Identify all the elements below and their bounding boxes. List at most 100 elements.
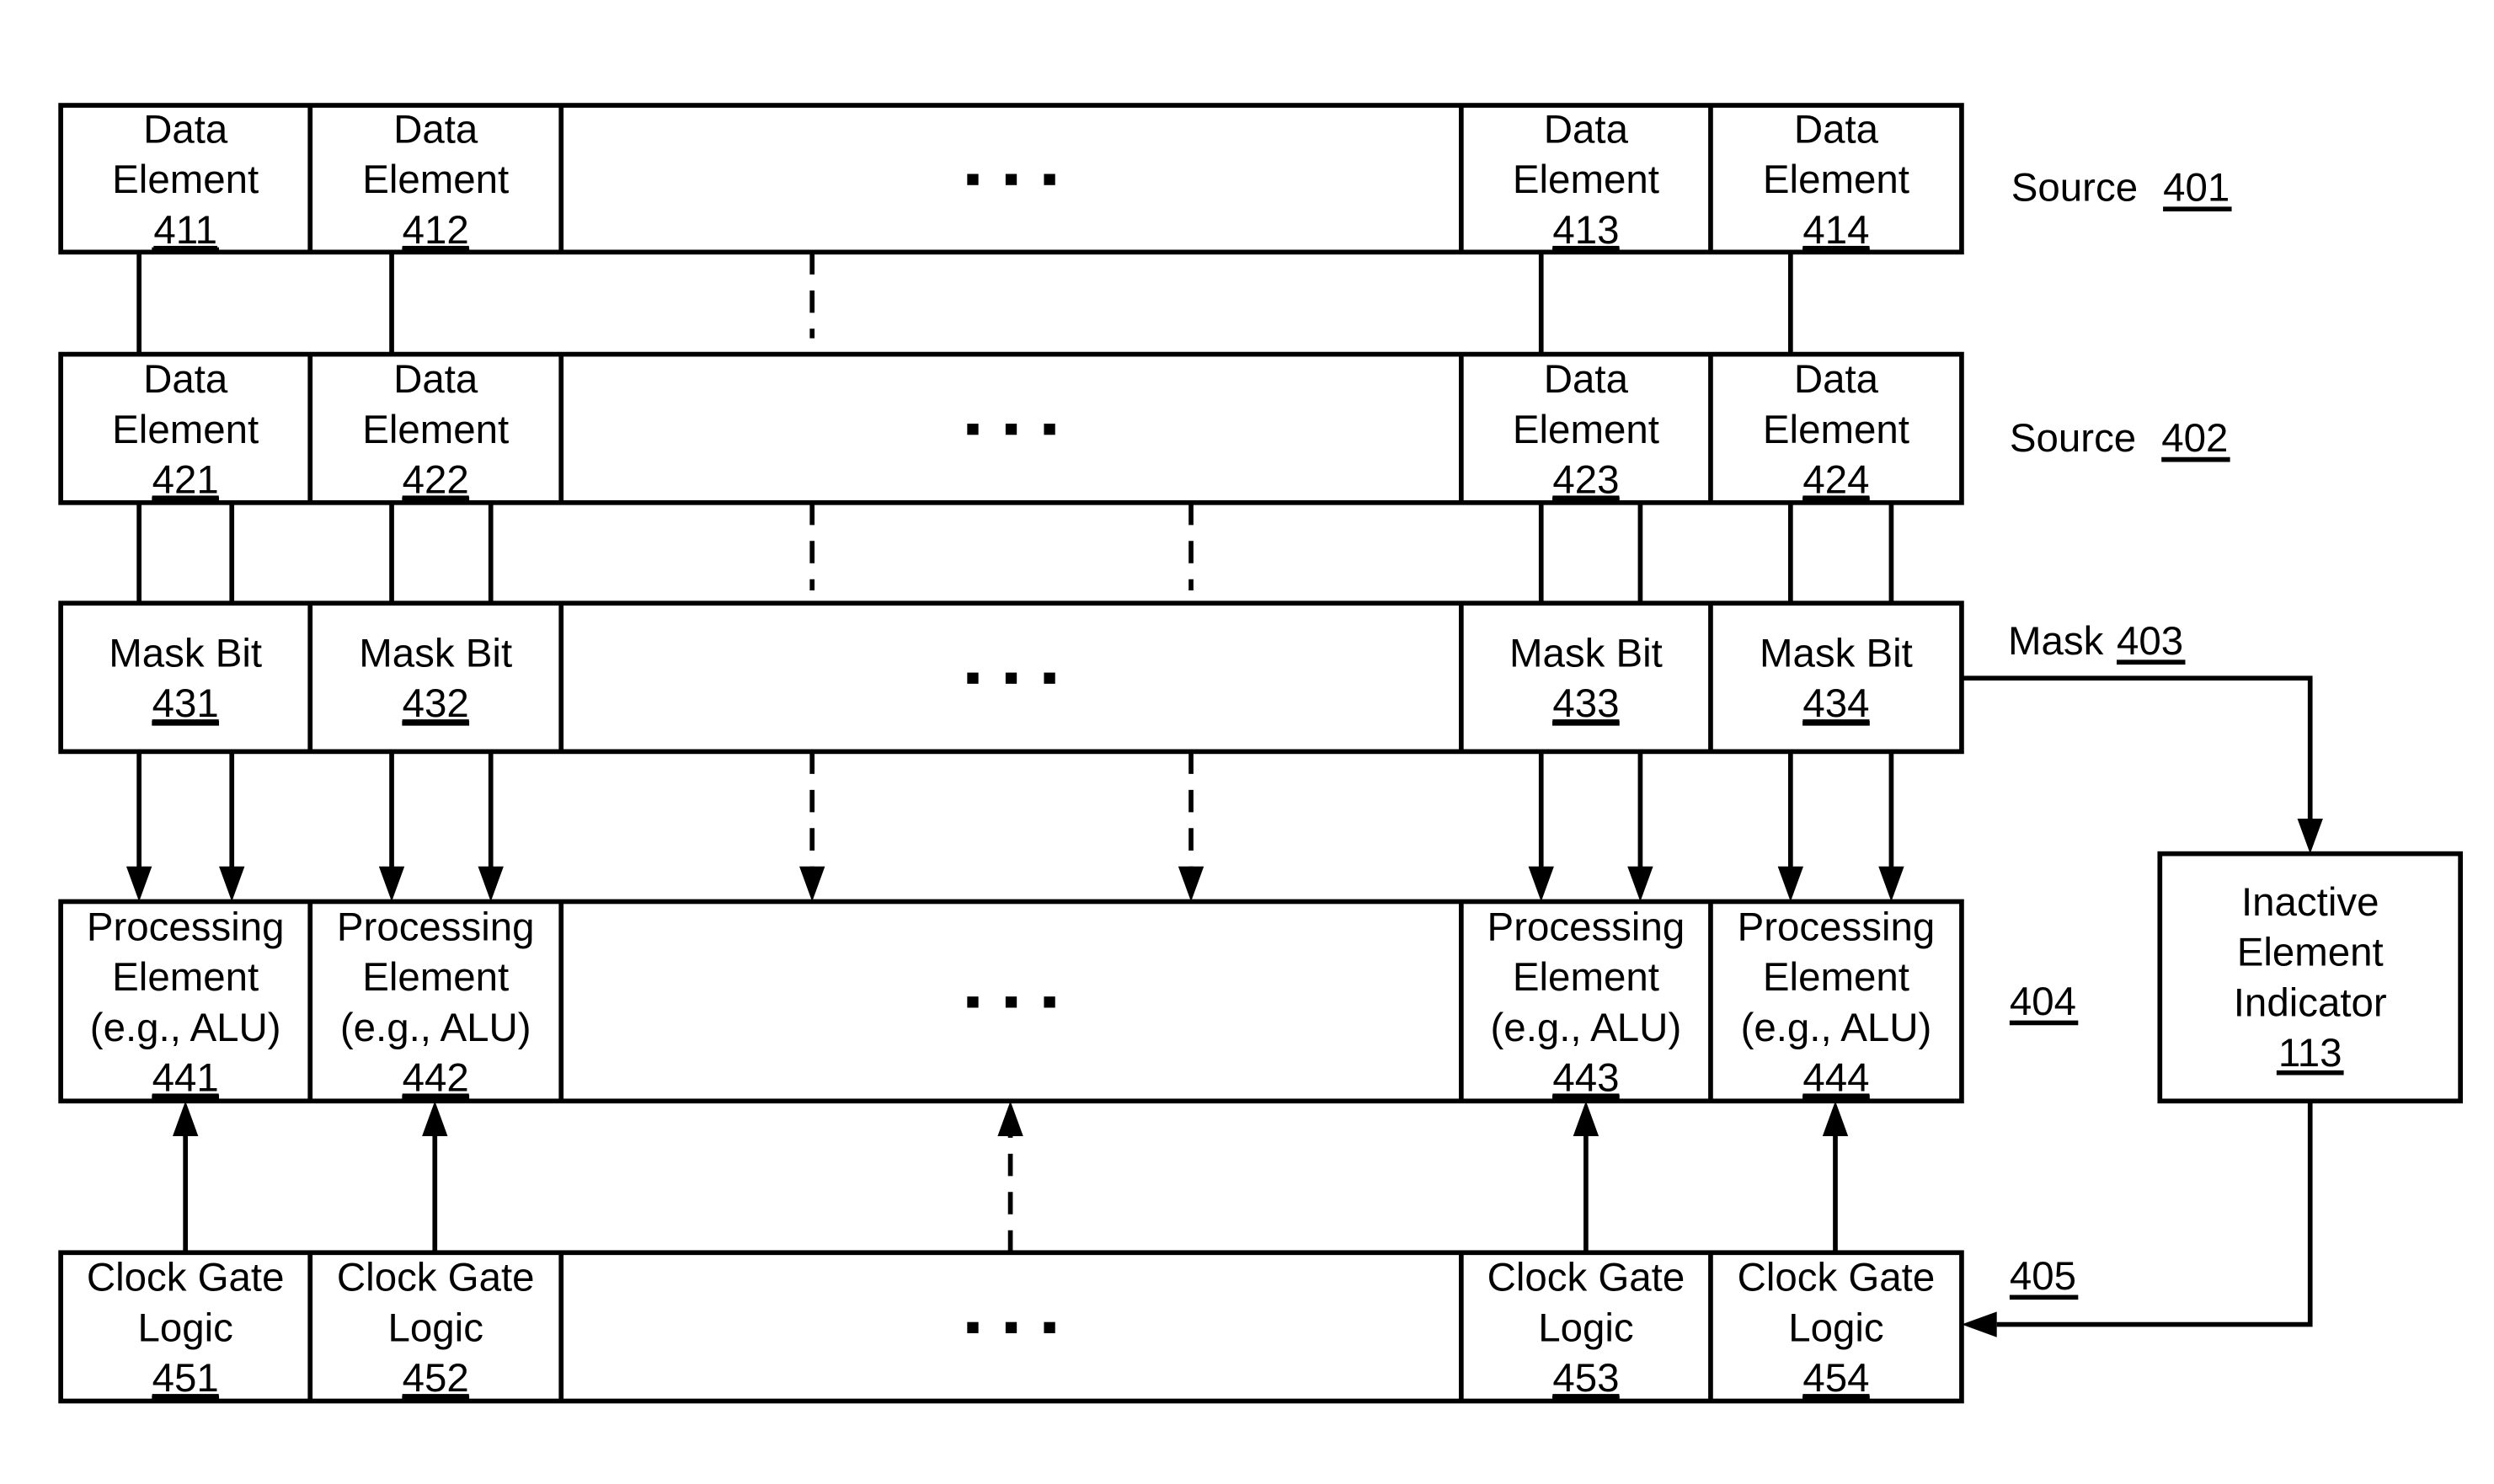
row-source-402: Data Element 421 Data Element 422 Data Element 4… xyxy=(58,351,1964,505)
cell-ref-number: 444 xyxy=(1802,1055,1869,1100)
indicator-label: Element xyxy=(2237,931,2384,975)
ellipsis-dot xyxy=(1044,672,1055,684)
cell-label: (e.g., ALU) xyxy=(1491,1006,1682,1050)
ellipsis-dot xyxy=(1005,1321,1017,1333)
cell-ref-number: 411 xyxy=(153,208,217,253)
ellipsis-dot xyxy=(967,424,979,435)
row-clock-gate-405: Clock Gate Logic 451 Clock Gate Logic 452 Cloc… xyxy=(58,1250,1964,1404)
cell-label: Logic xyxy=(137,1305,232,1350)
arrow-down-icon xyxy=(799,866,825,902)
cell-ref-number: 434 xyxy=(1802,681,1869,726)
side-ref-number: 405 xyxy=(2010,1254,2076,1299)
cell-label: Clock Gate xyxy=(87,1256,285,1300)
arrow-down-icon xyxy=(1178,866,1204,902)
ellipsis-dot xyxy=(1005,672,1017,684)
cell-label: Mask Bit xyxy=(1760,632,1913,676)
ellipsis-dot xyxy=(1044,1321,1055,1333)
side-label-clock-gate-405: 405 xyxy=(2009,1254,2079,1300)
ellipsis-dot xyxy=(1005,996,1017,1008)
mask-to-indicator-connector xyxy=(1961,675,2313,822)
cell-label: (e.g., ALU) xyxy=(1741,1006,1932,1050)
cell-label: Element xyxy=(112,408,259,452)
cell-label: Data xyxy=(1794,108,1879,152)
cell-ref-number: 422 xyxy=(403,457,469,502)
cell-label: Element xyxy=(112,955,259,1000)
inactive-element-indicator: Inactive Element Indicator 113 xyxy=(2157,851,2463,1104)
cell-ref-number: 414 xyxy=(1802,208,1869,253)
side-label-source-401: Source 401 xyxy=(2011,166,2232,212)
indicator-label: Inactive xyxy=(2241,880,2379,925)
cell-label: Data xyxy=(143,357,228,402)
cell-label: Mask Bit xyxy=(1509,632,1663,676)
cell-label: (e.g., ALU) xyxy=(90,1006,281,1050)
arrow-down-icon xyxy=(1627,866,1653,902)
arrow-down-icon xyxy=(1878,866,1904,902)
arrow-up-icon xyxy=(1573,1101,1599,1136)
side-label-source-402: Source 402 xyxy=(2010,416,2230,462)
cell-ref-number: 421 xyxy=(152,457,219,502)
arrow-up-icon xyxy=(1822,1101,1849,1136)
indicator-ref-number: 113 xyxy=(2278,1031,2342,1076)
ellipsis-dot xyxy=(1044,996,1055,1008)
cell-label: Mask Bit xyxy=(109,632,262,676)
cell-ref-number: 412 xyxy=(403,208,469,253)
cell-ref-number: 431 xyxy=(152,681,219,726)
cell-label: Element xyxy=(1763,408,1909,452)
side-label-processing-404: 404 xyxy=(2009,980,2079,1026)
cell-label: Mask Bit xyxy=(359,632,512,676)
cell-ref-number: 423 xyxy=(1552,457,1619,502)
arrow-left-icon xyxy=(1961,1311,1997,1337)
arrow-down-icon xyxy=(219,866,245,902)
cell-label: Data xyxy=(1544,108,1629,152)
cell-label: Data xyxy=(1794,357,1879,402)
cell-label: Element xyxy=(362,408,509,452)
cell-label: Element xyxy=(1763,955,1909,1000)
row-processing-404: Processing Element (e.g., ALU) 441 Processin… xyxy=(58,899,1964,1104)
side-label-text: Source xyxy=(2010,416,2136,461)
cell-ref-number: 413 xyxy=(1552,208,1619,253)
side-label-text: Mask xyxy=(2008,619,2104,664)
row-source-401: Data Element 411 Data Element 412 Data Element 4… xyxy=(58,103,1964,255)
cell-ref-number: 451 xyxy=(152,1356,219,1401)
cell-label: Data xyxy=(393,108,478,152)
arrow-down-icon xyxy=(378,866,405,902)
cell-label: Data xyxy=(143,108,228,152)
arrow-down-icon xyxy=(1777,866,1804,902)
cell-ref-number: 433 xyxy=(1552,681,1619,726)
cell-label: Processing xyxy=(337,905,535,949)
side-ref-number: 403 xyxy=(2117,619,2183,664)
cell-label: Logic xyxy=(388,1305,483,1350)
cell-label: Clock Gate xyxy=(1487,1256,1685,1300)
cell-ref-number: 453 xyxy=(1552,1356,1619,1401)
clock-gating-diagram: Data Element 411 Data Element 412 Data Element 4… xyxy=(58,103,2463,1404)
row-mask-403: Mask Bit 431 Mask Bit 432 Mask Bit 433 Mask Bi… xyxy=(58,601,1964,755)
cell-ref-number: 454 xyxy=(1802,1356,1869,1401)
ellipsis-dot xyxy=(967,996,979,1008)
cell-ref-number: 432 xyxy=(403,681,469,726)
arrow-up-icon xyxy=(172,1101,199,1136)
side-labels: Source 401 Source 402 Mask 403 404 405 xyxy=(2008,166,2232,1300)
cell-ref-number: 424 xyxy=(1802,457,1869,502)
cell-label: Element xyxy=(1513,408,1659,452)
cell-label: Processing xyxy=(1487,905,1685,949)
side-ref-number: 402 xyxy=(2161,416,2228,461)
arrow-up-icon xyxy=(422,1101,448,1136)
cell-label: (e.g., ALU) xyxy=(340,1006,531,1050)
arrow-down-icon xyxy=(2297,818,2323,854)
cell-ref-number: 443 xyxy=(1552,1055,1619,1100)
cell-label: Element xyxy=(1513,955,1659,1000)
arrow-down-icon xyxy=(478,866,504,902)
cell-label: Clock Gate xyxy=(1738,1256,1936,1300)
cell-ref-number: 441 xyxy=(152,1055,219,1100)
side-ref-number: 404 xyxy=(2010,980,2076,1024)
cell-label: Data xyxy=(393,357,478,402)
cell-label: Element xyxy=(362,157,509,202)
ellipsis-dot xyxy=(1044,424,1055,435)
side-label-mask-403: Mask 403 xyxy=(2008,619,2186,665)
cell-label: Processing xyxy=(1738,905,1936,949)
cell-label: Element xyxy=(112,157,259,202)
ellipsis-dot xyxy=(967,672,979,684)
cell-label: Logic xyxy=(1788,1305,1883,1350)
ellipsis-dot xyxy=(967,173,979,185)
ellipsis-dot xyxy=(1005,173,1017,185)
